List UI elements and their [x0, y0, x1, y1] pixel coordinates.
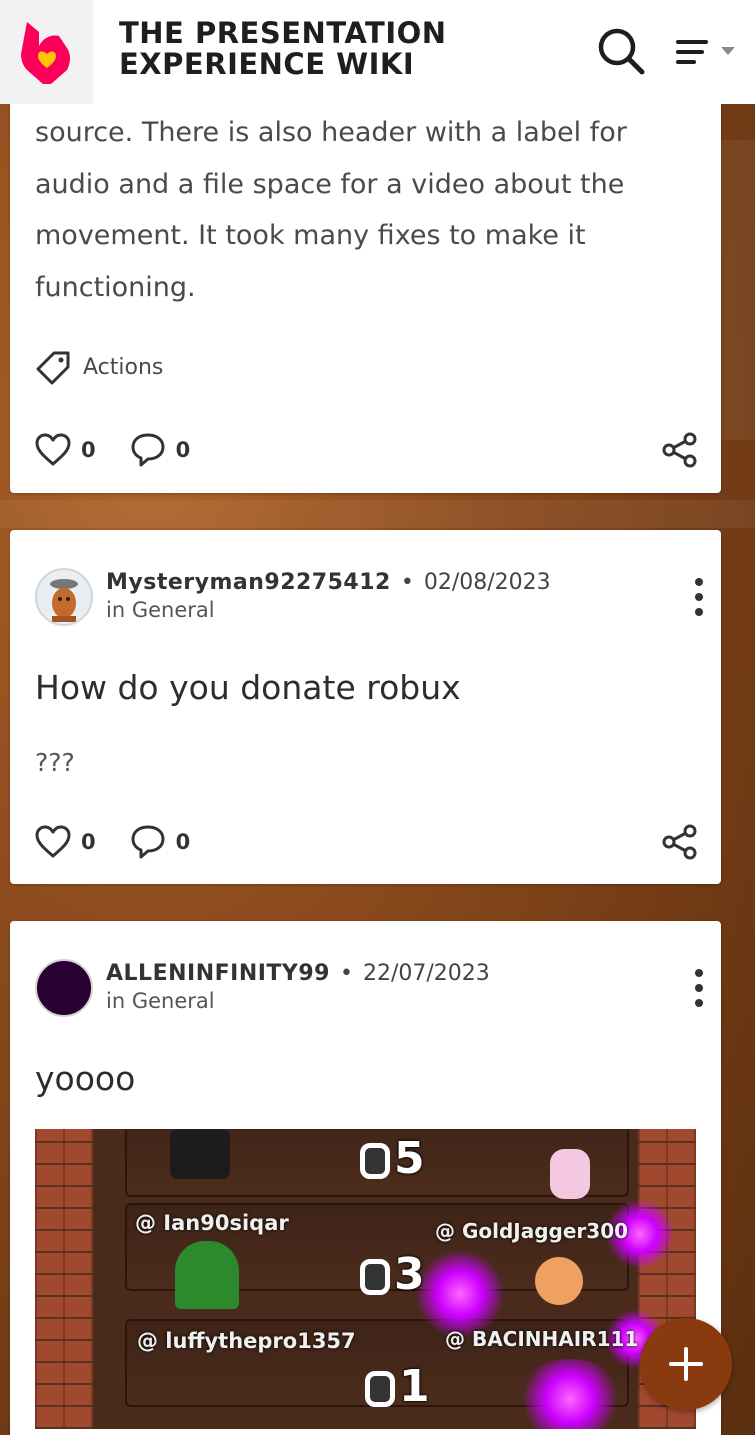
post-title[interactable]: yoooo	[35, 1059, 135, 1098]
username-link[interactable]: Mysteryman92275412	[106, 570, 391, 595]
rank-label: 1	[365, 1361, 430, 1412]
share-icon	[662, 824, 697, 860]
fandom-logo-link[interactable]	[0, 0, 93, 104]
player-name: @ Ian90siqar	[135, 1211, 289, 1235]
post-card[interactable]: ALLENINFINITY99 • 22/07/2023 in General yo…	[10, 921, 721, 1435]
rank-number: 1	[399, 1361, 430, 1412]
player-avatar	[535, 1257, 583, 1305]
menu-button[interactable]	[672, 28, 738, 72]
rank-number: 3	[394, 1249, 425, 1300]
comment-icon	[131, 433, 165, 467]
meta-separator: •	[400, 570, 414, 595]
more-vertical-icon	[695, 578, 703, 616]
post-meta: Mysteryman92275412 • 02/08/2023	[106, 570, 551, 595]
fandom-logo-icon	[20, 22, 70, 84]
rank-label: 3	[360, 1249, 425, 1300]
post-date: 22/07/2023	[362, 961, 490, 986]
post-meta: ALLENINFINITY99 • 22/07/2023	[106, 961, 490, 986]
post-header: ALLENINFINITY99 • 22/07/2023 in General	[35, 959, 703, 1019]
username-link[interactable]: ALLENINFINITY99	[106, 961, 330, 986]
comment-button[interactable]: 0	[130, 432, 191, 468]
wiki-title-line2: EXPERIENCE WIKI	[119, 47, 415, 81]
more-options-button[interactable]	[689, 967, 709, 1009]
post-body-line: audio and a file space for a video about…	[35, 168, 625, 200]
post-body: ???	[35, 748, 75, 777]
robux-icon	[365, 1371, 395, 1407]
avatar-image	[50, 579, 78, 622]
post-date: 02/08/2023	[423, 570, 551, 595]
sparkle-effect	[515, 1359, 625, 1429]
post-header: Mysteryman92275412 • 02/08/2023 in General	[35, 568, 703, 628]
heart-icon	[35, 825, 71, 858]
like-button[interactable]: 0	[35, 825, 96, 859]
search-button[interactable]	[596, 26, 646, 76]
search-icon	[598, 28, 645, 75]
post-body: source. There is also header with a labe…	[35, 107, 685, 313]
player-name: @ luffythepro1357	[137, 1329, 356, 1353]
comment-icon	[131, 825, 165, 859]
post-body-line: movement. It took many fixes to make it	[35, 220, 586, 251]
caret-down-icon	[721, 47, 735, 55]
avatar[interactable]	[35, 959, 93, 1017]
share-icon	[662, 432, 697, 468]
player-avatar	[170, 1129, 230, 1179]
site-header: THE PRESENTATION EXPERIENCE WIKI	[0, 0, 755, 104]
post-body-line: functioning.	[35, 271, 196, 303]
more-options-button[interactable]	[689, 576, 709, 618]
background-decoration	[720, 140, 755, 440]
comment-count: 0	[175, 438, 191, 462]
player-avatar	[175, 1241, 239, 1309]
background-decoration	[0, 500, 755, 528]
like-count: 0	[81, 438, 96, 462]
player-avatar	[550, 1149, 590, 1199]
create-post-button[interactable]: +	[640, 1318, 732, 1410]
post-image[interactable]: 5 3 1 @ Ian90siqar @ GoldJagger300 @ luf…	[35, 1129, 696, 1429]
post-category[interactable]: in General	[106, 598, 215, 622]
more-vertical-icon	[695, 969, 703, 1007]
post-body-line: source. There is also header with a labe…	[35, 117, 627, 148]
avatar[interactable]	[35, 568, 93, 626]
post-stats: 0 0	[35, 824, 224, 860]
sparkle-effect	[415, 1249, 505, 1339]
post-card[interactable]: Mysteryman92275412 • 02/08/2023 in General…	[10, 530, 721, 884]
tag-label: Actions	[83, 354, 164, 380]
rank-number: 5	[394, 1133, 425, 1184]
post-category[interactable]: in General	[106, 989, 215, 1013]
plus-icon	[669, 1347, 703, 1381]
wiki-title[interactable]: THE PRESENTATION EXPERIENCE WIKI	[119, 18, 479, 80]
post-tag[interactable]: Actions	[35, 349, 163, 385]
robux-icon	[360, 1143, 390, 1179]
post-card[interactable]: source. There is also header with a labe…	[10, 60, 721, 493]
comment-button[interactable]: 0	[130, 824, 191, 860]
wiki-title-line1: THE PRESENTATION	[119, 16, 447, 50]
robux-icon	[360, 1259, 390, 1295]
share-button[interactable]	[661, 824, 699, 865]
post-stats: 0 0	[35, 432, 224, 468]
like-count: 0	[81, 830, 96, 854]
brick-wall-left	[35, 1129, 93, 1429]
player-name: @ BACINHAIR111	[445, 1327, 639, 1351]
like-button[interactable]: 0	[35, 433, 96, 467]
rank-label: 5	[360, 1133, 425, 1184]
menu-icon	[676, 40, 708, 64]
share-button[interactable]	[661, 432, 699, 473]
meta-separator: •	[339, 961, 353, 986]
player-name: @ GoldJagger300	[435, 1219, 629, 1243]
post-title[interactable]: How do you donate robux	[35, 668, 461, 707]
heart-icon	[35, 433, 71, 466]
comment-count: 0	[175, 830, 191, 854]
tag-icon	[36, 351, 70, 385]
